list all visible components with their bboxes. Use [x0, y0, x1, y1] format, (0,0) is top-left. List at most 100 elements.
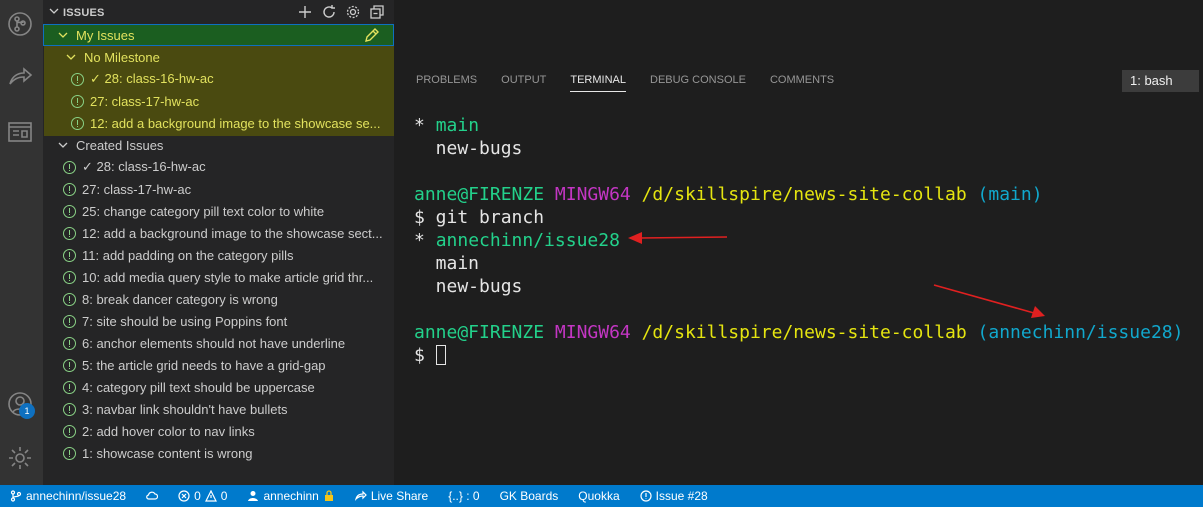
issue-open-icon: [71, 72, 84, 86]
issue-open-icon: [63, 270, 76, 284]
tab-comments[interactable]: COMMENTS: [770, 74, 834, 92]
issue-title: 27: class-17-hw-ac: [90, 93, 200, 109]
live-share-icon[interactable]: [4, 62, 36, 94]
issue-open-icon: [63, 336, 76, 350]
issue-row[interactable]: 10: add media query style to make articl…: [43, 266, 394, 288]
issue-open-icon: [71, 94, 84, 108]
sidebar-header: ISSUES: [43, 0, 394, 24]
status-bar: annechinn/issue28 0 0 annechinn Live Sha…: [0, 485, 1203, 507]
account-label: annechinn: [263, 489, 319, 503]
terminal-cursor: [435, 345, 446, 365]
vscode-window: 1 ISSUES My Issues No Milestone ✓ 28: cl…: [0, 0, 1203, 507]
branch-marker: *: [414, 230, 436, 251]
issue-open-icon: [63, 314, 76, 328]
issue-row[interactable]: 27: class-17-hw-ac: [43, 178, 394, 200]
issue-title: 1: showcase content is wrong: [82, 445, 253, 461]
issue-open-icon: [71, 116, 84, 130]
status-branch[interactable]: annechinn/issue28: [10, 489, 126, 503]
tree-item-my-issues[interactable]: My Issues: [43, 24, 394, 46]
prompt-dollar: $: [414, 345, 436, 366]
tab-debug-console[interactable]: DEBUG CONSOLE: [650, 74, 746, 92]
issue-open-icon: [63, 292, 76, 306]
sidebar-actions: [296, 3, 386, 21]
editor-area: [394, 0, 1203, 63]
created-issues-label: Created Issues: [76, 137, 164, 153]
issue-title: 25: change category pill text color to w…: [82, 203, 325, 219]
prompt-env: MINGW64: [554, 322, 631, 343]
issue-title: 7: site should be using Poppins font: [82, 313, 288, 329]
source-control-icon[interactable]: [4, 8, 36, 40]
milestone-issue-row[interactable]: ✓ 28: class-16-hw-ac: [43, 68, 394, 90]
live-share-label: Live Share: [370, 489, 429, 503]
git-branch-icon: [10, 490, 22, 502]
refresh-icon[interactable]: [320, 3, 338, 21]
sidebar-title: ISSUES: [63, 7, 105, 19]
chevron-down-icon[interactable]: [49, 6, 59, 16]
collapse-all-icon[interactable]: [368, 3, 386, 21]
cloud-sync-icon: [146, 491, 159, 500]
terminal-prompt-line: anne@FIRENZE MINGW64 /d/skillspire/news-…: [414, 321, 1183, 344]
status-account[interactable]: annechinn: [247, 489, 334, 503]
issue-title: 2: add hover color to nav links: [82, 423, 255, 439]
tab-terminal[interactable]: TERMINAL: [570, 74, 626, 92]
issue-open-icon: [63, 446, 76, 460]
issue-row[interactable]: 3: navbar link shouldn't have bullets: [43, 398, 394, 420]
issue-open-icon: [63, 424, 76, 438]
status-sync[interactable]: [146, 490, 159, 502]
issue-row[interactable]: ✓ 28: class-16-hw-ac: [43, 156, 394, 178]
issue-row[interactable]: 11: add padding on the category pills: [43, 244, 394, 266]
issue-icon: [640, 490, 652, 502]
status-gk-boards[interactable]: GK Boards: [500, 489, 559, 503]
lock-icon: [324, 490, 333, 501]
issue-row[interactable]: 5: the article grid needs to have a grid…: [43, 354, 394, 376]
issue-open-icon: [63, 226, 76, 240]
issue-title: 10: add media query style to make articl…: [82, 269, 374, 285]
tab-problems[interactable]: PROBLEMS: [416, 74, 477, 92]
issue-title: 27: class-17-hw-ac: [82, 181, 192, 197]
milestone-issue-row[interactable]: 12: add a background image to the showca…: [43, 112, 394, 134]
issue-title: ✓ 28: class-16-hw-ac: [90, 71, 214, 86]
manage-gear-icon[interactable]: [4, 442, 36, 474]
tree-item-no-milestone[interactable]: No Milestone: [43, 46, 394, 68]
issue-title: 11: add padding on the category pills: [82, 247, 294, 263]
chevron-down-icon: [66, 54, 76, 60]
terminal-output[interactable]: * main new-bugs anne@FIRENZE MINGW64 /d/…: [414, 114, 1183, 367]
gear-icon[interactable]: [344, 3, 362, 21]
issue-row[interactable]: 4: category pill text should be uppercas…: [43, 376, 394, 398]
prompt-path: /d/skillspire/news-site-collab: [641, 184, 967, 205]
issue-title: 12: add a background image to the showca…: [82, 225, 383, 241]
add-icon[interactable]: [296, 3, 314, 21]
status-issue[interactable]: Issue #28: [640, 489, 708, 503]
current-branch: main: [435, 115, 480, 136]
status-live-share[interactable]: Live Share: [354, 489, 429, 503]
prompt-branch: (annechinn/issue28): [977, 322, 1184, 343]
milestone-issue-row[interactable]: 27: class-17-hw-ac: [43, 90, 394, 112]
github-pull-requests-icon[interactable]: [4, 116, 36, 148]
issue-title: 5: the article grid needs to have a grid…: [82, 357, 326, 373]
issue-open-icon: [63, 248, 76, 262]
status-quokka[interactable]: Quokka: [578, 489, 619, 503]
issue-row[interactable]: 8: break dancer category is wrong: [43, 288, 394, 310]
tab-output[interactable]: OUTPUT: [501, 74, 546, 92]
issue-open-icon: [63, 402, 76, 416]
bottom-panel: PROBLEMS OUTPUT TERMINAL DEBUG CONSOLE C…: [394, 0, 1203, 485]
tree-item-created-issues[interactable]: Created Issues: [43, 134, 394, 156]
issue-open-icon: [63, 160, 76, 174]
issue-row[interactable]: 6: anchor elements should not have under…: [43, 332, 394, 354]
terminal-selector[interactable]: 1: bash: [1122, 70, 1199, 92]
issue-row[interactable]: 1: showcase content is wrong: [43, 442, 394, 464]
issue-row[interactable]: 12: add a background image to the showca…: [43, 222, 394, 244]
status-json[interactable]: {..} : 0: [448, 489, 479, 503]
live-share-icon: [354, 490, 367, 501]
terminal-command-line: $ git branch: [414, 207, 545, 228]
issue-open-icon: [63, 358, 76, 372]
issue-row[interactable]: 2: add hover color to nav links: [43, 420, 394, 442]
issue-label: Issue #28: [655, 489, 708, 503]
terminal-line: * main: [414, 114, 1183, 137]
status-problems[interactable]: 0 0: [178, 489, 227, 503]
issue-row[interactable]: 7: site should be using Poppins font: [43, 310, 394, 332]
edit-pencil-icon[interactable]: [364, 27, 380, 43]
issue-row[interactable]: 25: change category pill text color to w…: [43, 200, 394, 222]
